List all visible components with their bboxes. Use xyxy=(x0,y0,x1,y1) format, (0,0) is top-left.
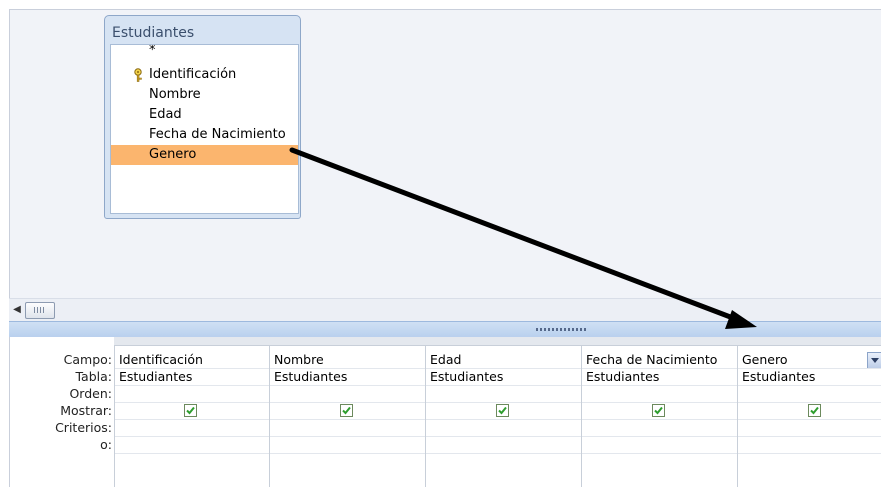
field-label: Identificación xyxy=(149,67,237,82)
criterios-cell[interactable] xyxy=(426,419,582,437)
grid-column: Edad Estudiantes xyxy=(425,346,582,487)
row-label-criterios: Criterios: xyxy=(55,420,112,435)
campo-value: Genero xyxy=(742,352,788,367)
chevron-down-icon[interactable] xyxy=(867,352,881,368)
row-label-o: o: xyxy=(100,437,112,452)
checkmark-icon xyxy=(186,406,195,415)
field-item-fecha-de-nacimiento[interactable]: Fecha de Nacimiento xyxy=(111,125,298,145)
field-item-edad[interactable]: Edad xyxy=(111,105,298,125)
tabla-cell[interactable]: Estudiantes xyxy=(115,368,271,386)
tabla-cell[interactable]: Estudiantes xyxy=(426,368,582,386)
row-label-campo: Campo: xyxy=(63,352,112,367)
show-checkbox[interactable] xyxy=(340,404,353,417)
o-cell[interactable] xyxy=(426,436,582,454)
criterios-cell[interactable] xyxy=(582,419,738,437)
orden-cell[interactable] xyxy=(738,385,881,403)
mostrar-cell xyxy=(426,402,582,420)
grid-column: Nombre Estudiantes xyxy=(269,346,426,487)
grid-column: Genero Estudiantes xyxy=(737,346,881,487)
orden-cell[interactable] xyxy=(115,385,271,403)
mostrar-cell xyxy=(738,402,881,420)
field-item-all[interactable]: * xyxy=(111,45,298,65)
campo-cell[interactable]: Fecha de Nacimiento xyxy=(582,351,738,369)
row-label-mostrar: Mostrar: xyxy=(60,403,112,418)
field-item-identificacion[interactable]: Identificación xyxy=(111,65,298,85)
orden-cell[interactable] xyxy=(582,385,738,403)
checkmark-icon xyxy=(810,406,819,415)
field-item-genero[interactable]: Genero xyxy=(111,145,298,165)
field-label: Nombre xyxy=(149,87,201,102)
show-checkbox[interactable] xyxy=(652,404,665,417)
tabla-cell[interactable]: Estudiantes xyxy=(270,368,426,386)
mostrar-cell xyxy=(582,402,738,420)
show-checkbox[interactable] xyxy=(496,404,509,417)
show-checkbox[interactable] xyxy=(184,404,197,417)
criterios-cell[interactable] xyxy=(738,419,881,437)
field-label: Fecha de Nacimiento xyxy=(149,127,286,142)
key-icon xyxy=(134,68,142,82)
field-item-nombre[interactable]: Nombre xyxy=(111,85,298,105)
show-checkbox[interactable] xyxy=(808,404,821,417)
splitter-grip[interactable] xyxy=(536,328,588,331)
table-window-estudiantes[interactable]: Estudiantes * Identificación Nombre Edad xyxy=(104,15,301,219)
query-design-grid: Campo: Tabla: Orden: Mostrar: Criterios:… xyxy=(9,337,881,487)
pane-splitter[interactable] xyxy=(9,321,881,338)
row-label-orden: Orden: xyxy=(69,386,112,401)
orden-cell[interactable] xyxy=(270,385,426,403)
grid-column: Identificación Estudiantes xyxy=(114,346,271,487)
mostrar-cell xyxy=(270,402,426,420)
horizontal-scrollbar[interactable]: ◀ xyxy=(9,298,881,321)
tabla-cell[interactable]: Estudiantes xyxy=(582,368,738,386)
row-label-tabla: Tabla: xyxy=(75,369,112,384)
orden-cell[interactable] xyxy=(426,385,582,403)
checkmark-icon xyxy=(342,406,351,415)
table-design-pane: Estudiantes * Identificación Nombre Edad xyxy=(9,9,881,299)
o-cell[interactable] xyxy=(738,436,881,454)
tabla-cell[interactable]: Estudiantes xyxy=(738,368,881,386)
o-cell[interactable] xyxy=(115,436,271,454)
o-cell[interactable] xyxy=(582,436,738,454)
campo-cell[interactable]: Nombre xyxy=(270,351,426,369)
field-label: Genero xyxy=(149,147,197,162)
campo-cell[interactable]: Genero xyxy=(738,351,881,369)
field-label: Edad xyxy=(149,107,182,122)
scroll-thumb[interactable] xyxy=(25,302,55,319)
o-cell[interactable] xyxy=(270,436,426,454)
table-title[interactable]: Estudiantes xyxy=(112,25,194,41)
grid-column: Fecha de Nacimiento Estudiantes xyxy=(581,346,738,487)
campo-cell[interactable]: Identificación xyxy=(115,351,271,369)
criterios-cell[interactable] xyxy=(270,419,426,437)
field-list: * Identificación Nombre Edad Fecha de Na… xyxy=(110,44,299,214)
checkmark-icon xyxy=(498,406,507,415)
checkmark-icon xyxy=(654,406,663,415)
campo-cell[interactable]: Edad xyxy=(426,351,582,369)
column-selector-band[interactable] xyxy=(114,337,881,346)
criterios-cell[interactable] xyxy=(115,419,271,437)
mostrar-cell xyxy=(115,402,271,420)
scroll-left-arrow-icon[interactable]: ◀ xyxy=(11,304,23,316)
field-label: * xyxy=(149,44,156,58)
